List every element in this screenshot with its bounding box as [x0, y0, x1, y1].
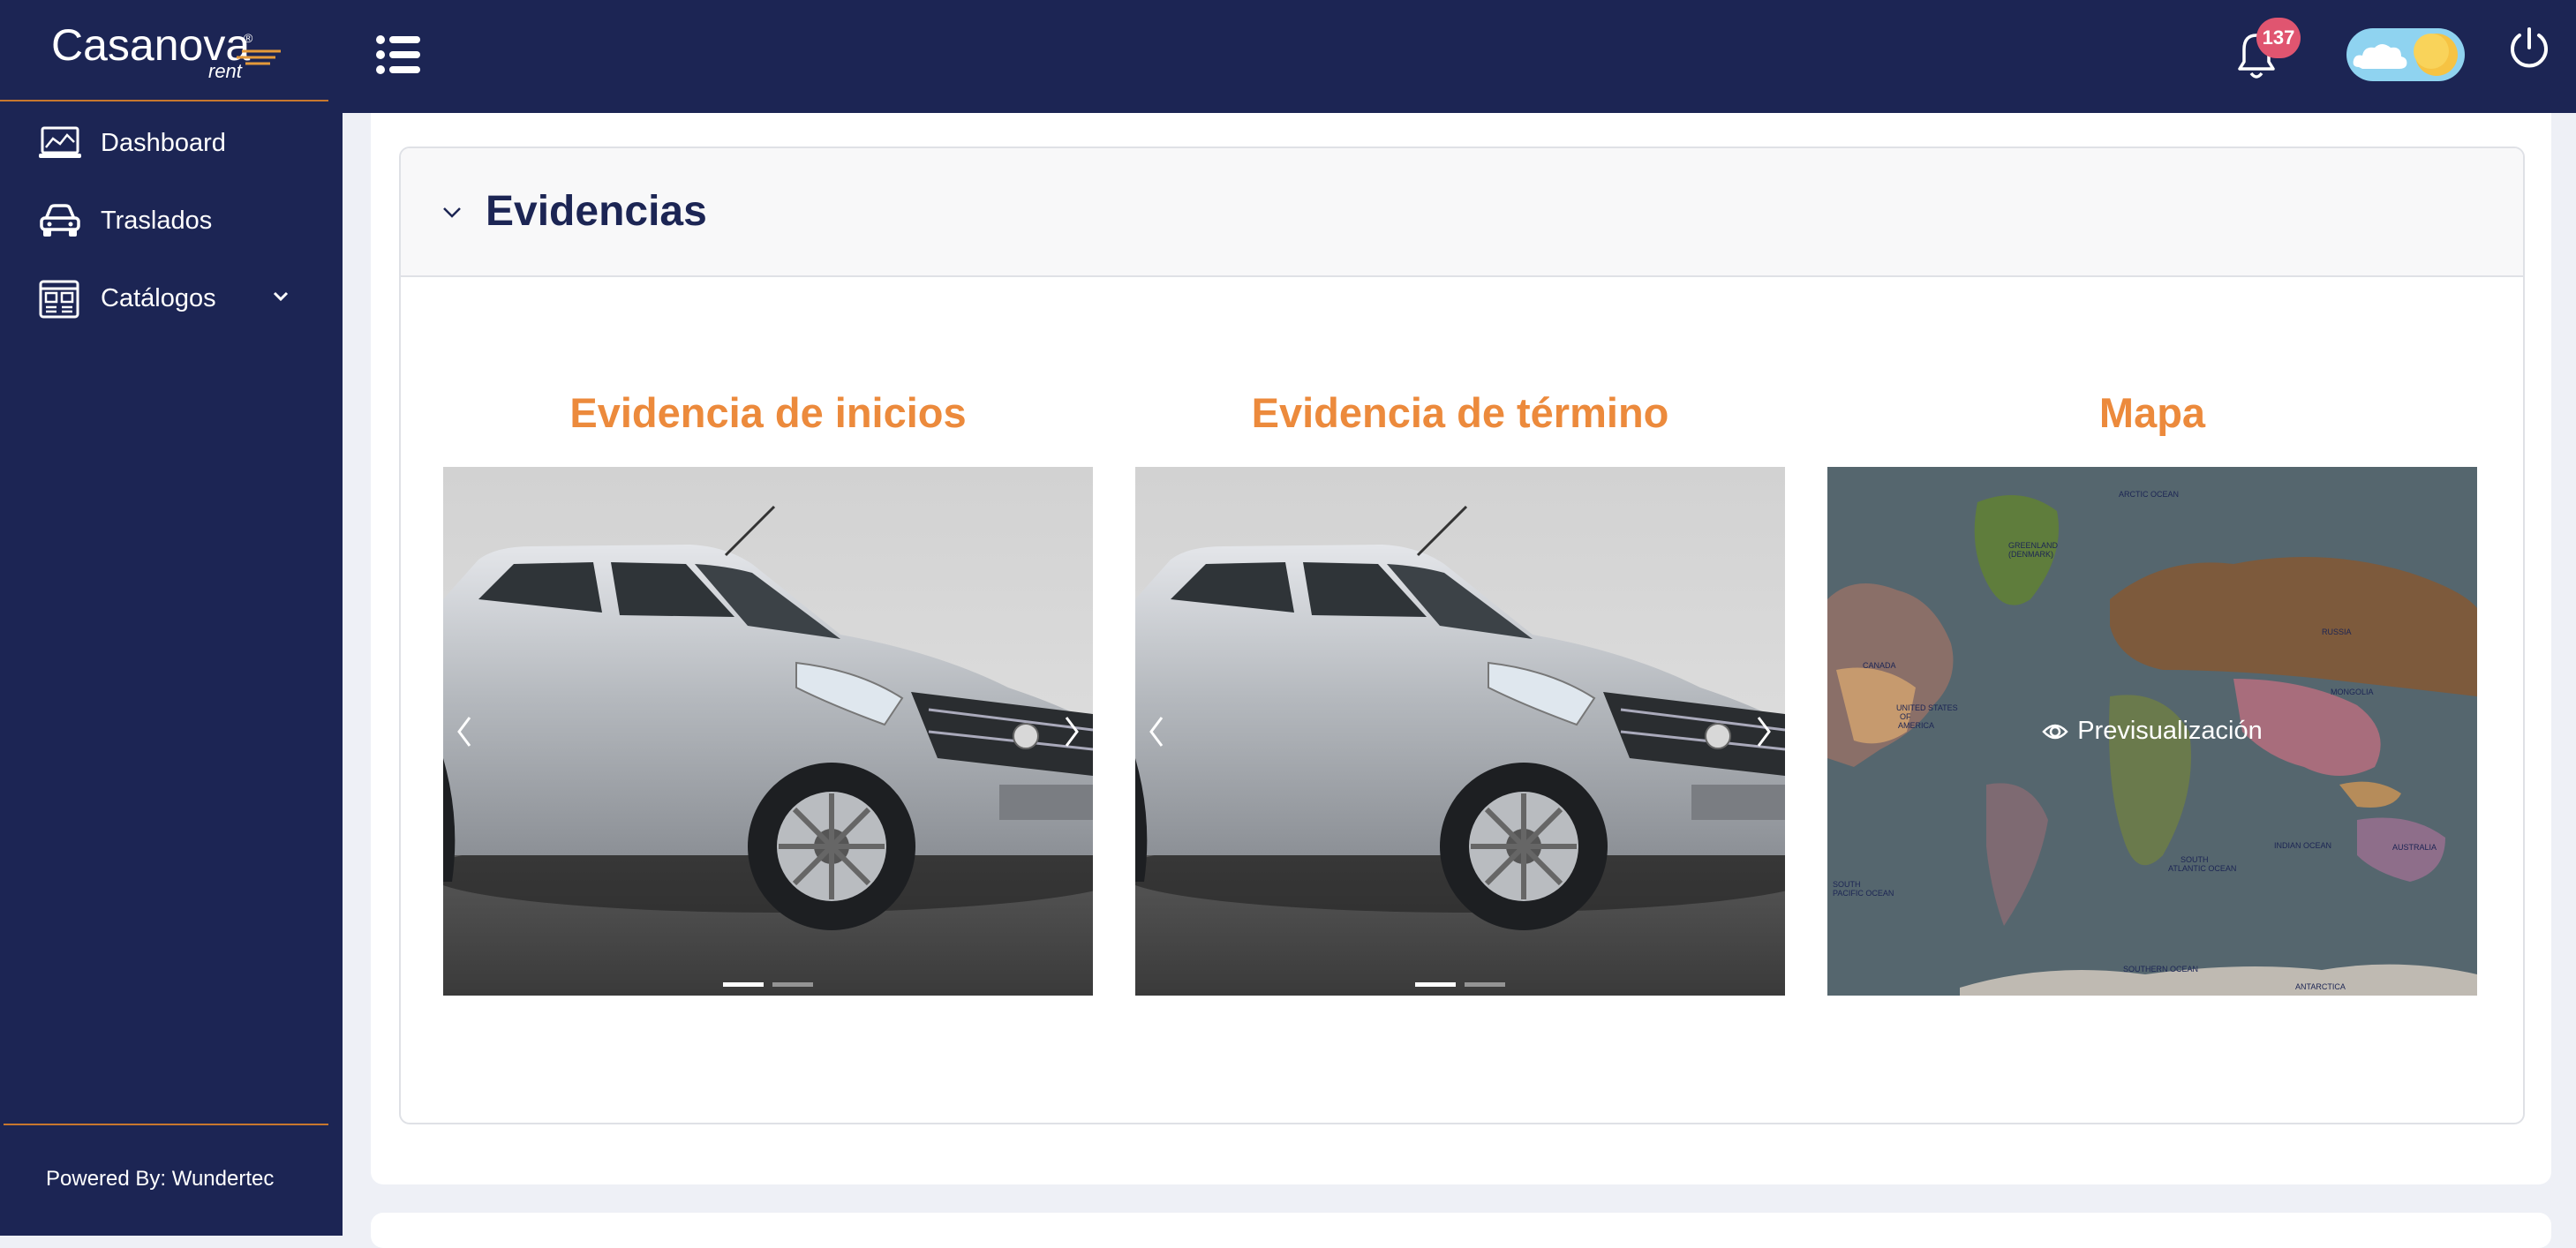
carousel-prev-icon[interactable] [456, 714, 473, 754]
evidence-start-carousel[interactable] [443, 467, 1093, 996]
map-preview-button[interactable]: Previsualización [1827, 467, 2477, 996]
car-photo [1135, 467, 1785, 996]
carousel-indicators [443, 982, 1093, 987]
eye-icon [2042, 724, 2068, 739]
logo-sub: rent [208, 60, 243, 81]
map-panel[interactable]: ARCTIC OCEAN GREENLAND (DENMARK) RUSSIA … [1827, 467, 2477, 996]
topbar: 137 [343, 0, 2576, 113]
sidebar-item-dashboard[interactable]: Dashboard [39, 117, 313, 169]
carousel-indicators [1135, 982, 1785, 987]
weather-toggle-icon[interactable] [2346, 28, 2465, 81]
preview-label: Previsualización [2077, 717, 2263, 745]
evidence-end-title: Evidencia de término [1251, 389, 1669, 436]
powered-by: Powered By: Wundertec [46, 1167, 275, 1191]
list-menu-icon[interactable] [376, 35, 420, 79]
accordion-header[interactable]: Evidencias [401, 148, 2523, 277]
car-icon [39, 201, 81, 240]
carousel-indicator[interactable] [772, 982, 813, 987]
sidebar-divider [4, 1124, 328, 1125]
sidebar-item-label: Catálogos [101, 283, 216, 312]
carousel-indicator[interactable] [1415, 982, 1456, 987]
evidence-end-carousel[interactable] [1135, 467, 1785, 996]
map-title: Mapa [2098, 389, 2206, 436]
dashboard-icon [39, 124, 81, 162]
carousel-indicator[interactable] [723, 982, 764, 987]
carousel-next-icon[interactable] [1063, 714, 1081, 754]
carousel-indicator[interactable] [1465, 982, 1505, 987]
carousel-next-icon[interactable] [1755, 714, 1773, 754]
next-content-card [371, 1213, 2551, 1248]
logo-registered: ® [244, 31, 253, 45]
brand-logo[interactable]: Casanova ® rent [0, 0, 328, 101]
sidebar-item-traslados[interactable]: Traslados [39, 194, 313, 247]
sidebar: Casanova ® rent Dashboard Traslados Catá… [0, 0, 343, 1236]
sidebar-item-catalogos[interactable]: Catálogos [39, 272, 313, 325]
notification-badge: 137 [2256, 18, 2301, 58]
catalog-icon [39, 279, 81, 319]
sidebar-item-label: Dashboard [101, 128, 226, 157]
chevron-down-icon [441, 205, 463, 225]
section-title: Evidencias [486, 188, 707, 235]
carousel-prev-icon[interactable] [1148, 714, 1165, 754]
chevron-down-icon[interactable] [270, 286, 291, 312]
sidebar-item-label: Traslados [101, 206, 213, 235]
car-photo [443, 467, 1093, 996]
evidence-start-title: Evidencia de inicios [569, 389, 967, 436]
power-icon[interactable] [2507, 26, 2551, 77]
